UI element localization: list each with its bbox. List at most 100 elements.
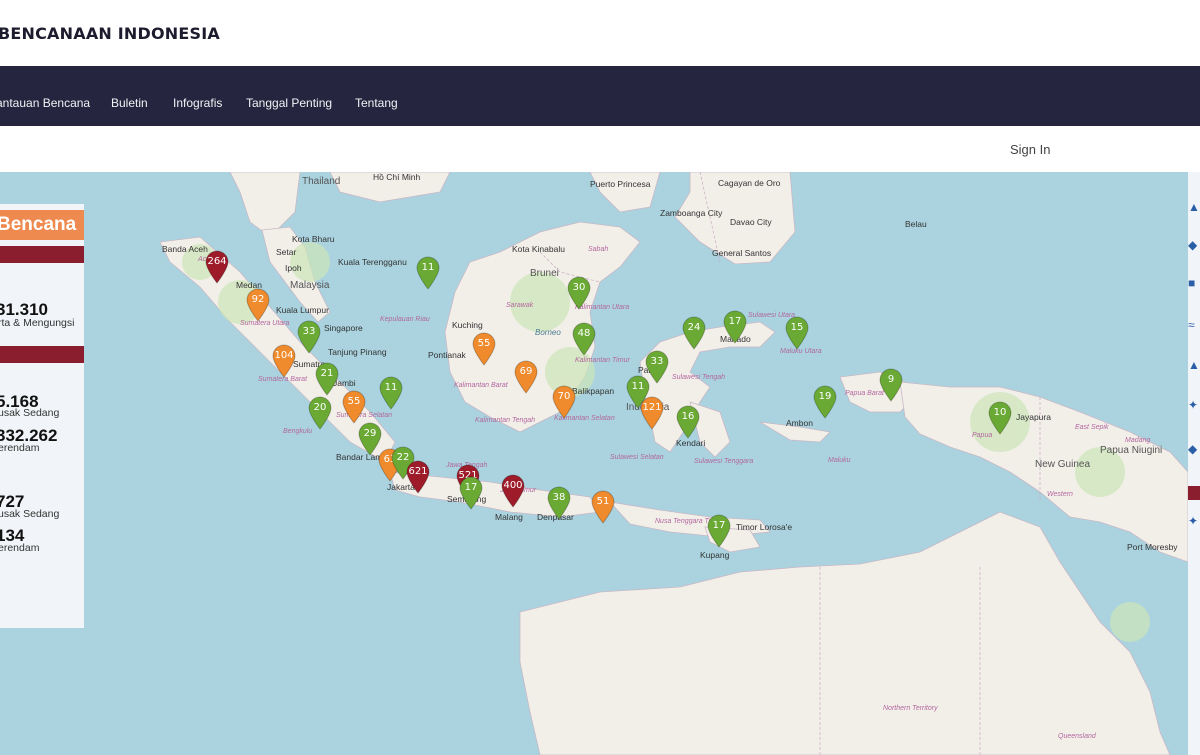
disaster-marker[interactable]: 33: [296, 320, 322, 354]
marker-count: 400: [503, 480, 523, 491]
map-place-label: Western: [1047, 491, 1073, 498]
disaster-marker[interactable]: 48: [571, 322, 597, 356]
nav-item-tanggal-penting[interactable]: Tanggal Penting: [246, 96, 332, 110]
nav-item-tentang[interactable]: Tentang: [355, 96, 398, 110]
marker-count: 11: [384, 382, 398, 393]
map-place-label: Cagayan de Oro: [718, 178, 781, 188]
marker-count: 70: [557, 391, 571, 402]
panel-divider: [0, 246, 84, 263]
marker-count: 29: [363, 428, 377, 439]
marker-count: 33: [650, 356, 664, 367]
map-place-label: Madang: [1125, 437, 1151, 444]
layer-bar: [1188, 486, 1200, 500]
marker-count: 17: [728, 316, 742, 327]
map-place-label: Kupang: [700, 550, 730, 560]
disaster-marker[interactable]: 11: [378, 376, 404, 410]
disaster-marker[interactable]: 15: [784, 316, 810, 350]
disaster-marker[interactable]: 30: [566, 276, 592, 310]
stat-label: erendam: [0, 442, 40, 454]
site-brand[interactable]: BENCANAAN INDONESIA: [0, 24, 220, 43]
layer-icon-7[interactable]: ◆: [1188, 442, 1200, 456]
layer-icon-6[interactable]: ✦: [1188, 398, 1200, 412]
layer-icon-8[interactable]: ✦: [1188, 514, 1200, 528]
disaster-marker[interactable]: 264: [204, 250, 230, 284]
map-place-label: Kuching: [452, 320, 483, 330]
disaster-marker[interactable]: 17: [458, 476, 484, 510]
disaster-marker[interactable]: 17: [722, 310, 748, 344]
disaster-marker[interactable]: 9: [878, 368, 904, 402]
map-place-label: Borneo: [535, 328, 561, 337]
sign-in-link[interactable]: Sign In: [1010, 142, 1050, 157]
map-place-label: Jayapura: [1016, 412, 1051, 422]
marker-count: 48: [577, 328, 591, 339]
disaster-marker[interactable]: 11: [415, 256, 441, 290]
map-place-label: Kuala Terengganu: [338, 257, 407, 267]
map-place-label: Malaysia: [290, 280, 330, 291]
map-layer-control: ▲ ◆ ■ ≈ ▲ ✦ ◆ ✦: [1188, 172, 1200, 755]
map-place-label: Thailand: [302, 176, 341, 187]
disaster-marker[interactable]: 17: [706, 514, 732, 548]
map-place-label: Kota Bharu: [292, 234, 335, 244]
layer-icon-2[interactable]: ◆: [1188, 238, 1200, 252]
map-place-label: Sarawak: [506, 302, 534, 309]
map-place-label: Hồ Chí Minh: [373, 172, 421, 182]
map-place-label: Sulawesi Tenggara: [694, 458, 754, 465]
stats-panel: Bencana 31.310 rta & Mengungsi 5.168 usa…: [0, 204, 84, 628]
disaster-marker[interactable]: 16: [675, 405, 701, 439]
map-place-label: Port Moresby: [1127, 542, 1178, 552]
app-window: BENCANAAN INDONESIA antauan Bencana Bule…: [0, 0, 1200, 755]
marker-count: 9: [887, 374, 895, 385]
marker-count: 20: [313, 402, 327, 413]
map-place-label: Pontianak: [428, 350, 466, 360]
map-place-label: Malang: [495, 512, 523, 522]
disaster-marker[interactable]: 69: [513, 360, 539, 394]
map-place-label: Maluku: [828, 457, 851, 464]
stat-label: rta & Mengungsi: [0, 317, 75, 329]
map-place-label: Balikpapan: [572, 386, 615, 396]
map-place-label: Kepulauan Riau: [380, 316, 430, 323]
disaster-marker[interactable]: 20: [307, 396, 333, 430]
disaster-marker[interactable]: 621: [405, 460, 431, 494]
disaster-marker[interactable]: 92: [245, 288, 271, 322]
disaster-marker[interactable]: 19: [812, 385, 838, 419]
layer-icon-1[interactable]: ▲: [1188, 200, 1200, 214]
map-place-label: Kalimantan Timur: [575, 357, 630, 364]
marker-count: 104: [274, 350, 294, 361]
disaster-marker[interactable]: 55: [341, 390, 367, 424]
disaster-marker[interactable]: 51: [590, 490, 616, 524]
map-place-label: Davao City: [730, 217, 772, 227]
disaster-marker[interactable]: 400: [500, 474, 526, 508]
disaster-marker[interactable]: 55: [471, 332, 497, 366]
map-place-label: East Sepik: [1075, 424, 1109, 431]
disaster-marker[interactable]: 21: [314, 362, 340, 396]
disaster-marker[interactable]: 10: [987, 401, 1013, 435]
sub-header: Sign In: [0, 126, 1200, 172]
disaster-marker[interactable]: 70: [551, 385, 577, 419]
nav-item-buletin[interactable]: Buletin: [111, 96, 148, 110]
layer-icon-5[interactable]: ▲: [1188, 358, 1200, 372]
map-place-label: Sulawesi Selatan: [610, 454, 664, 461]
map-base-layer: [159, 172, 1188, 755]
layer-icon-4[interactable]: ≈: [1188, 318, 1200, 332]
disaster-marker[interactable]: 121: [639, 396, 665, 430]
nav-item-pemantauan-bencana[interactable]: antauan Bencana: [0, 96, 90, 110]
stat-label: erendam: [0, 542, 40, 554]
stat-label: usak Sedang: [0, 407, 60, 419]
marker-count: 19: [818, 391, 832, 402]
site-header: BENCANAAN INDONESIA: [0, 0, 1200, 66]
marker-count: 10: [993, 407, 1007, 418]
map-place-label: Banda Aceh: [162, 244, 208, 254]
map-place-label: Tanjung Pinang: [328, 347, 387, 357]
marker-count: 24: [687, 322, 701, 333]
map-place-label: Papua Niugini: [1100, 445, 1163, 456]
disaster-marker[interactable]: 24: [681, 316, 707, 350]
disaster-map[interactable]: Thailand Hồ Chí Minh Puerto Princesa Cagaya…: [0, 172, 1188, 755]
marker-count: 16: [681, 411, 695, 422]
layer-icon-3[interactable]: ■: [1188, 276, 1200, 290]
disaster-marker[interactable]: 38: [546, 486, 572, 520]
marker-count: 15: [790, 322, 804, 333]
disaster-marker[interactable]: 104: [271, 344, 297, 378]
map-place-label: Northern Territory: [883, 705, 938, 712]
nav-item-infografis[interactable]: Infografis: [173, 96, 222, 110]
map-place-label: Belau: [905, 219, 927, 229]
